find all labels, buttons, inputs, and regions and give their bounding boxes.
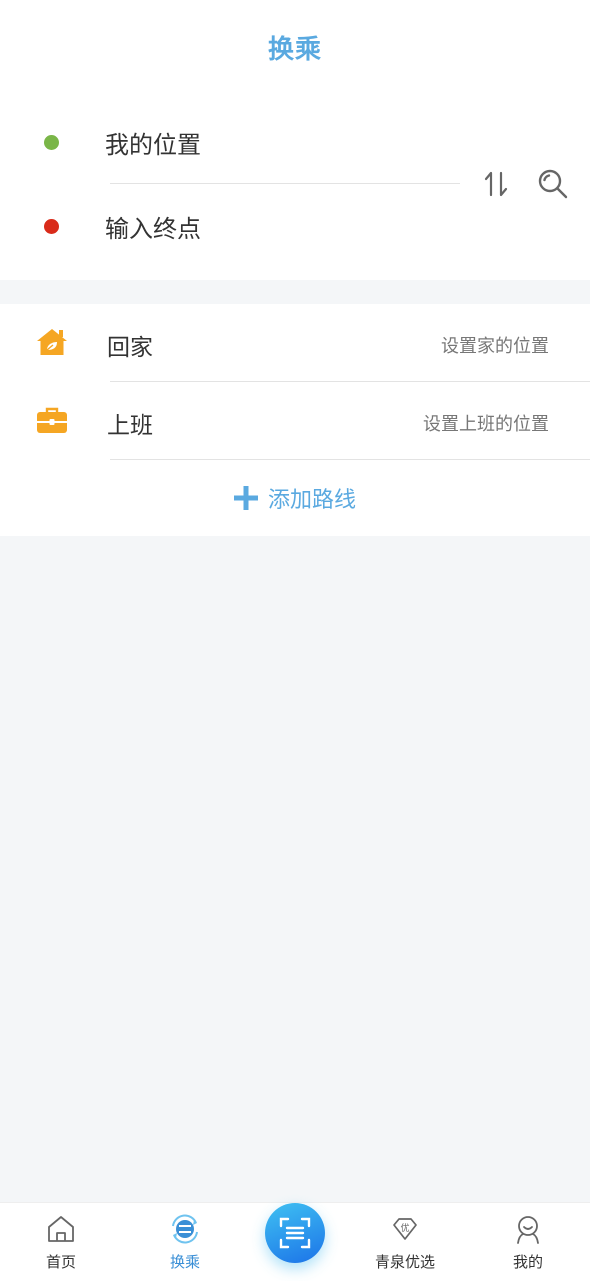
home-icon [37,329,67,355]
tab-transfer-label: 换乘 [169,1253,200,1271]
search-icon [538,169,568,199]
add-route-label: 添加路线 [267,488,356,513]
search-button[interactable] [533,164,573,204]
svg-text:优: 优 [400,1222,409,1234]
tab-profile[interactable]: 我的 [469,1203,587,1281]
tab-profile-label: 我的 [512,1253,543,1271]
end-dot-icon [44,218,59,234]
scan-button[interactable] [265,1203,325,1263]
user-icon [517,1216,539,1244]
page-title: 换乘 [267,34,322,65]
scan-icon [279,1217,311,1249]
diamond-icon: 优 [393,1218,417,1240]
start-location-label: 我的位置 [105,130,201,159]
route-divider [110,183,460,184]
tab-transfer[interactable]: 换乘 [126,1203,244,1281]
favorites-card: 回家 设置家的位置 上班 设置上班的位置 添加路线 [0,304,590,536]
add-route-button[interactable]: 添加路线 [0,462,590,534]
swap-icon [484,171,508,197]
tab-home[interactable]: 首页 [2,1203,120,1281]
favorite-work-label: 上班 [107,413,153,439]
scan-tab [256,1194,334,1272]
route-card: 我的位置 输入终点 [0,96,590,280]
home-outline-icon [48,1216,74,1242]
favorite-home-row[interactable]: 回家 设置家的位置 [0,304,590,382]
favorite-work-row[interactable]: 上班 设置上班的位置 [0,382,590,460]
tab-preferred[interactable]: 优 青泉优选 [346,1203,464,1281]
start-dot-icon [44,134,59,150]
page-header: 换乘 [0,0,590,96]
briefcase-icon [37,407,67,433]
plus-icon [233,486,258,510]
transfer-icon [172,1214,198,1244]
destination-label: 输入终点 [105,214,201,243]
favorite-home-hint: 设置家的位置 [441,336,549,357]
destination-field[interactable]: 输入终点 [0,196,470,256]
tab-home-label: 首页 [45,1253,76,1271]
start-location-field[interactable]: 我的位置 [0,112,470,172]
favorites-divider [110,459,590,460]
favorite-home-label: 回家 [107,335,153,361]
swap-button[interactable] [478,166,514,202]
tab-preferred-label: 青泉优选 [374,1253,435,1271]
favorite-work-hint: 设置上班的位置 [423,414,549,435]
